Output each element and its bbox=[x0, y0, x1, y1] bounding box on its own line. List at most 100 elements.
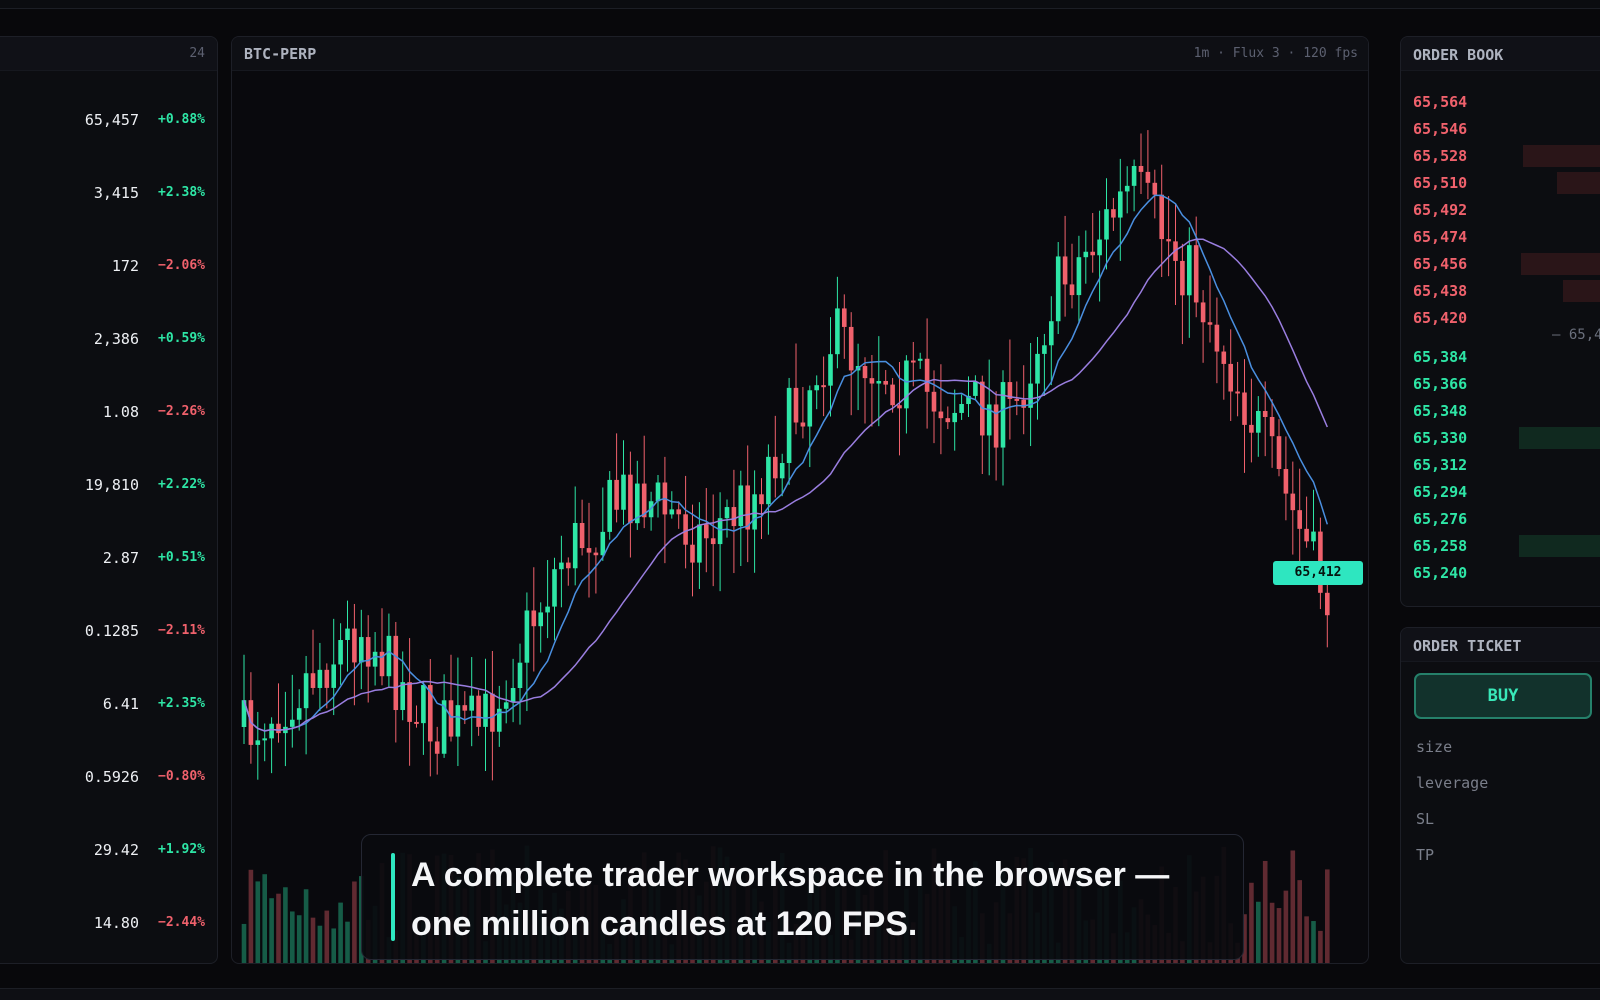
orderbook-ask-row[interactable]: 65,474 bbox=[1401, 226, 1600, 248]
volume-bar bbox=[1249, 882, 1254, 963]
ask-price: 65,546 bbox=[1413, 120, 1468, 138]
volume-bar bbox=[1262, 860, 1268, 963]
candle-body bbox=[1090, 251, 1095, 256]
ask-depth-bar bbox=[1557, 172, 1600, 194]
orderbook-ask-row[interactable]: 65,438 bbox=[1401, 280, 1600, 302]
candle-body bbox=[462, 705, 468, 711]
candle-body bbox=[752, 494, 757, 530]
order-ticket-title: ORDER TICKET bbox=[1413, 637, 1522, 655]
candle-body bbox=[607, 479, 612, 532]
bid-depth-bar bbox=[1519, 427, 1600, 449]
candle-body bbox=[1062, 256, 1068, 285]
watchlist-change: +0.51% bbox=[158, 550, 205, 565]
volume-bar bbox=[1297, 880, 1302, 963]
orderbook-ask-row[interactable]: 65,528 bbox=[1401, 145, 1600, 167]
watchlist-change: +0.88% bbox=[158, 112, 205, 127]
volume-bar bbox=[1283, 890, 1289, 963]
candle-body bbox=[1200, 302, 1206, 323]
orderbook-bid-row[interactable]: 65,276 bbox=[1401, 508, 1600, 530]
orderbook-ask-row[interactable]: 65,510 bbox=[1401, 172, 1600, 194]
watchlist-row[interactable]: 6.41 +2.35% bbox=[0, 695, 217, 715]
candle-body bbox=[393, 635, 399, 711]
orderbook-bid-row[interactable]: 65,384 bbox=[1401, 346, 1600, 368]
candle-body bbox=[1180, 260, 1185, 296]
orderbook-bid-row[interactable]: 65,312 bbox=[1401, 454, 1600, 476]
watchlist-row[interactable]: 65,457 +0.88% bbox=[0, 111, 217, 131]
candle-body bbox=[676, 509, 681, 515]
candle-body bbox=[1193, 245, 1199, 303]
size-field-label[interactable]: size bbox=[1416, 738, 1452, 756]
volume-bar bbox=[248, 869, 254, 963]
candle-body bbox=[614, 479, 619, 510]
watchlist-row[interactable]: 1.08 −2.26% bbox=[0, 403, 217, 423]
watchlist-row[interactable]: 29.42 +1.92% bbox=[0, 841, 217, 861]
volume-bar bbox=[262, 874, 267, 963]
watchlist-row[interactable]: 2.87 +0.51% bbox=[0, 549, 217, 569]
ask-price: 65,528 bbox=[1413, 147, 1468, 165]
candle-body bbox=[1304, 528, 1309, 542]
candle-body bbox=[1097, 239, 1102, 256]
candle-body bbox=[1118, 191, 1123, 218]
candle-body bbox=[807, 390, 813, 427]
candle-body bbox=[1111, 209, 1116, 218]
leverage-field-label[interactable]: leverage bbox=[1416, 774, 1488, 792]
ask-depth-bar bbox=[1523, 145, 1600, 167]
buy-button[interactable]: BUY bbox=[1414, 673, 1592, 719]
candle-body bbox=[959, 404, 964, 413]
candle-body bbox=[1311, 531, 1316, 542]
volume-bar bbox=[331, 928, 336, 963]
candle-body bbox=[773, 456, 778, 479]
watchlist-row[interactable]: 3,415 +2.38% bbox=[0, 184, 217, 204]
orderbook-title: ORDER BOOK bbox=[1413, 46, 1504, 64]
candle-body bbox=[938, 411, 944, 419]
candle-body bbox=[372, 651, 378, 667]
orderbook-bid-row[interactable]: 65,258 bbox=[1401, 535, 1600, 557]
orderbook-ask-row[interactable]: 65,456 bbox=[1401, 253, 1600, 275]
candle-body bbox=[421, 685, 426, 724]
candle-body bbox=[793, 387, 799, 423]
ask-price: 65,456 bbox=[1413, 255, 1468, 273]
candle-body bbox=[931, 391, 937, 412]
orderbook-bid-row[interactable]: 65,366 bbox=[1401, 373, 1600, 395]
watchlist-row[interactable]: 14.80 −2.44% bbox=[0, 914, 217, 934]
orderbook-ask-row[interactable]: 65,546 bbox=[1401, 118, 1600, 140]
volume-bar bbox=[276, 893, 281, 963]
watchlist-row[interactable]: 0.5926 −0.80% bbox=[0, 768, 217, 788]
tp-field-label[interactable]: TP bbox=[1416, 846, 1434, 864]
candle-body bbox=[883, 380, 888, 385]
watchlist-row[interactable]: 2,386 +0.59% bbox=[0, 330, 217, 350]
orderbook-bid-row[interactable]: 65,348 bbox=[1401, 400, 1600, 422]
candle-body bbox=[621, 474, 626, 510]
candle-body bbox=[414, 721, 419, 724]
watchlist-price: 65,457 bbox=[84, 111, 139, 129]
chart-symbol[interactable]: BTC-PERP bbox=[244, 45, 316, 63]
chart-header: BTC-PERP 1m · Flux 3 · 120 fps bbox=[232, 37, 1368, 71]
candle-body bbox=[1325, 592, 1330, 616]
orderbook-bid-row[interactable]: 65,294 bbox=[1401, 481, 1600, 503]
candlestick-chart[interactable] bbox=[232, 37, 1369, 964]
candle-body bbox=[697, 524, 702, 563]
orderbook-bid-row[interactable]: 65,330 bbox=[1401, 427, 1600, 449]
candle-body bbox=[1235, 391, 1240, 394]
candle-body bbox=[559, 562, 564, 570]
orderbook-ask-row[interactable]: 65,564 bbox=[1401, 91, 1600, 113]
volume-bar bbox=[310, 917, 316, 963]
sl-field-label[interactable]: SL bbox=[1416, 810, 1434, 828]
candle-body bbox=[434, 741, 440, 754]
watchlist-row[interactable]: 19,810 +2.22% bbox=[0, 476, 217, 496]
candle-body bbox=[869, 378, 875, 384]
orderbook-ask-row[interactable]: 65,492 bbox=[1401, 199, 1600, 221]
bid-price: 65,276 bbox=[1413, 510, 1468, 528]
candle-body bbox=[276, 723, 281, 734]
volume-bar bbox=[1290, 850, 1296, 963]
volume-bar bbox=[1325, 869, 1330, 963]
candle-body bbox=[1138, 165, 1144, 172]
watchlist-row[interactable]: 172 −2.06% bbox=[0, 257, 217, 277]
chart-panel[interactable]: BTC-PERP 1m · Flux 3 · 120 fps 65,412 A … bbox=[231, 36, 1369, 964]
candle-body bbox=[1049, 321, 1054, 346]
orderbook-bid-row[interactable]: 65,240 bbox=[1401, 562, 1600, 584]
watchlist-price: 6.41 bbox=[102, 695, 139, 713]
watchlist-row[interactable]: 0.1285 −2.11% bbox=[0, 622, 217, 642]
bottom-bar bbox=[0, 988, 1600, 1000]
orderbook-ask-row[interactable]: 65,420 bbox=[1401, 307, 1600, 329]
